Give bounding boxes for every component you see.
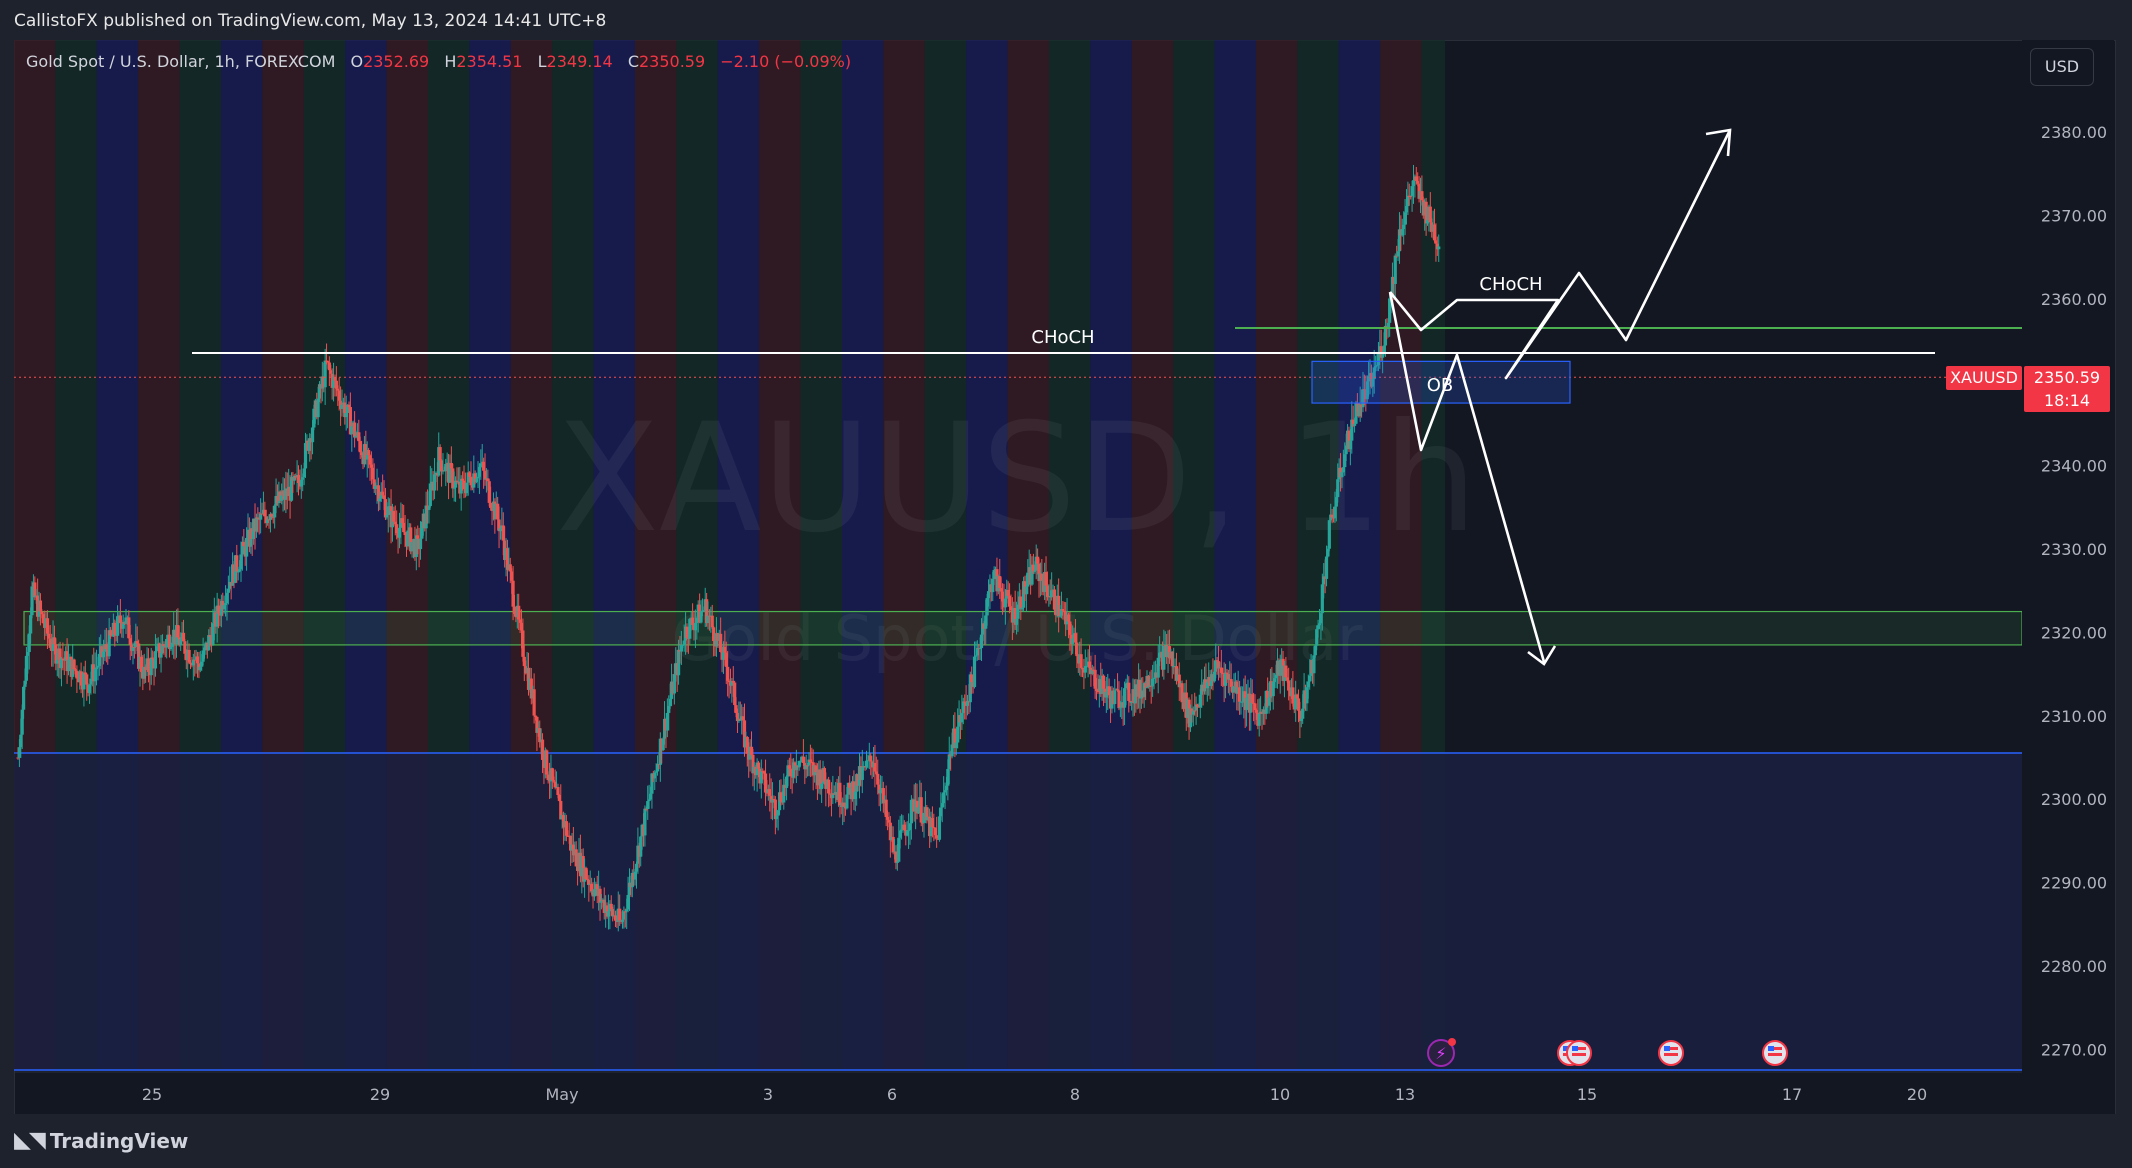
price-tick-label: 2300.00 xyxy=(2041,790,2107,809)
candle-body xyxy=(532,689,536,716)
open-value: 2352.69 xyxy=(363,52,430,71)
us-flag-event-icon-canton xyxy=(1664,1046,1670,1051)
candle-body xyxy=(1079,654,1083,668)
candle-body xyxy=(710,615,714,628)
brand-name: TradingView xyxy=(49,1128,189,1153)
candle-body xyxy=(1312,655,1316,674)
candle-body xyxy=(545,750,549,775)
time-tick-label: 13 xyxy=(1395,1085,1415,1104)
candle-body xyxy=(540,739,545,760)
price-tick-label: 2320.00 xyxy=(2041,623,2107,642)
last-price: 2350.59 xyxy=(2033,368,2101,387)
tradingview-brand[interactable]: ◣◥ TradingView xyxy=(14,1128,188,1153)
candle-body xyxy=(438,447,442,461)
tradingview-logo-icon: ◣◥ xyxy=(14,1128,46,1153)
time-tick-label: 6 xyxy=(887,1085,897,1104)
time-tick-label: 15 xyxy=(1577,1085,1597,1104)
demand-zone xyxy=(14,753,2022,1071)
supply-zone xyxy=(23,610,2023,646)
candle-body xyxy=(556,787,560,796)
low-value: 2349.14 xyxy=(546,52,613,71)
candle-body xyxy=(30,586,34,616)
candle-body xyxy=(1180,683,1184,703)
price-tick-label: 2340.00 xyxy=(2041,457,2107,476)
price-tick-label: 2310.00 xyxy=(2041,707,2107,726)
candle-body xyxy=(22,686,26,710)
symbol-legend: Gold Spot / U.S. Dollar, 1h, FOREXCOM O2… xyxy=(26,52,851,71)
symbol-price-tag: XAUUSD xyxy=(1946,366,2022,390)
candle-body xyxy=(323,360,327,388)
time-tick-label: 10 xyxy=(1270,1085,1290,1104)
price-tick-label: 2270.00 xyxy=(2041,1040,2107,1059)
high-label: H xyxy=(444,52,457,71)
candle-body xyxy=(1113,690,1117,705)
candle-body xyxy=(153,651,158,669)
choch-label: CHoCH xyxy=(1031,327,1094,348)
price-tick-label: 2370.00 xyxy=(2041,206,2107,225)
candle-body xyxy=(1327,520,1331,549)
time-tick-label: May xyxy=(545,1085,578,1104)
us-flag-event-icon-stripe xyxy=(1768,1053,1782,1056)
time-tick-label: 3 xyxy=(763,1085,773,1104)
price-tick-label: 2290.00 xyxy=(2041,874,2107,893)
close-label: C xyxy=(627,52,639,71)
price-tick-label: 2280.00 xyxy=(2041,957,2107,976)
time-tick-label: 29 xyxy=(370,1085,390,1104)
candle-body xyxy=(726,666,730,681)
us-flag-event-icon-canton xyxy=(1572,1046,1578,1051)
candle-body xyxy=(848,782,852,788)
time-tick-label: 20 xyxy=(1907,1085,1927,1104)
candle-body xyxy=(1393,255,1397,284)
high-value: 2354.51 xyxy=(456,52,523,71)
candle-body xyxy=(72,659,76,670)
candle-body xyxy=(386,506,390,516)
candlestick-chart[interactable]: XAUUSD, 1hGold Spot / U.S. DollarCHoCHOB… xyxy=(0,0,2132,1168)
us-flag-event-icon-canton xyxy=(1768,1046,1774,1051)
candle-body xyxy=(643,808,647,836)
candle-body xyxy=(935,835,939,839)
bar-countdown: 18:14 xyxy=(2043,391,2091,410)
time-tick-label: 17 xyxy=(1782,1085,1802,1104)
candle-body xyxy=(66,659,71,672)
candle-body xyxy=(919,797,923,823)
candle-body xyxy=(1244,697,1249,711)
candle-body xyxy=(1075,642,1079,657)
candle-body xyxy=(418,538,423,550)
price-tick-label: 2380.00 xyxy=(2041,123,2107,142)
candle-body xyxy=(403,532,407,535)
price-tick-label: 2360.00 xyxy=(2041,290,2107,309)
candle-body xyxy=(1257,713,1261,726)
candle-body xyxy=(1324,556,1329,579)
currency-button[interactable]: USD xyxy=(2030,48,2094,86)
us-flag-event-icon-stripe xyxy=(1664,1053,1678,1056)
candle-body xyxy=(1340,472,1344,478)
lightning-glyph-icon: ⚡ xyxy=(1435,1044,1446,1063)
time-tick-label: 8 xyxy=(1070,1085,1080,1104)
low-label: L xyxy=(537,52,547,71)
symbol-description: Gold Spot / U.S. Dollar, 1h, FOREXCOM xyxy=(26,52,336,71)
last-price-tag: 2350.59 18:14 xyxy=(2024,366,2110,412)
price-tick-label: 2330.00 xyxy=(2041,540,2107,559)
change-value: −2.10 (−0.09%) xyxy=(720,52,852,71)
event-dot-icon xyxy=(1448,1038,1456,1046)
footer-bar xyxy=(0,1114,2132,1168)
candle-body xyxy=(1437,246,1441,250)
choch-label-2: CHoCH xyxy=(1479,274,1542,295)
price-scale xyxy=(2022,40,2114,1114)
open-label: O xyxy=(350,52,364,71)
time-tick-label: 25 xyxy=(142,1085,162,1104)
candle-body xyxy=(85,674,89,685)
close-value: 2350.59 xyxy=(638,52,706,71)
us-flag-event-icon-stripe xyxy=(1572,1053,1586,1056)
